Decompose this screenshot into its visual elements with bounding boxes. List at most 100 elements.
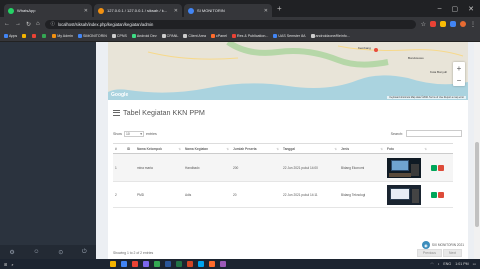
bookmark-cpanel[interactable]: cPanel xyxy=(210,34,227,39)
extensions-area: ☆ ⋮ xyxy=(421,21,476,28)
extension-icon[interactable] xyxy=(450,21,456,27)
column-header[interactable]: Jumlah Peserta ⇅ xyxy=(231,143,281,154)
edit-button[interactable] xyxy=(431,191,437,198)
bookmark-icon[interactable] xyxy=(42,34,47,38)
back-icon[interactable]: ← xyxy=(4,21,10,27)
close-tab-icon[interactable]: ✕ xyxy=(84,8,88,14)
entries-select[interactable]: 10 ▾ xyxy=(124,131,144,137)
card-header: Tabel Kegiatan KKN PPM xyxy=(113,108,205,117)
scrollbar-thumb[interactable] xyxy=(475,142,479,227)
maximize-button[interactable]: ▢ xyxy=(452,5,459,13)
bookmark-uas[interactable]: UAS Semster 8A xyxy=(273,33,306,39)
start-icon[interactable]: ⊞ xyxy=(4,262,7,267)
bookmark-icon[interactable] xyxy=(32,34,37,38)
column-header-label: # xyxy=(115,146,117,151)
column-header[interactable]: Jenis ⇅ xyxy=(339,143,385,154)
cell-actions xyxy=(429,181,453,208)
chrome-icon[interactable] xyxy=(153,261,160,267)
bookmark-icon xyxy=(161,34,166,39)
column-header[interactable]: # xyxy=(113,143,125,154)
zoom-out-button[interactable]: − xyxy=(457,76,462,85)
map-view[interactable]: Kembang Kota Bonyuh Bondowoso + − Google… xyxy=(108,42,468,100)
search-icon[interactable]: ⌕ xyxy=(11,262,13,267)
photo-image xyxy=(387,184,421,205)
reload-icon[interactable]: ↻ xyxy=(26,21,31,28)
bookmark-simonitorin[interactable]: SIMONITORIN xyxy=(77,34,107,39)
extension-icon[interactable] xyxy=(440,21,446,27)
page-scrollbar[interactable] xyxy=(474,42,480,259)
activity-photo[interactable] xyxy=(387,184,421,205)
bookmark-android-dev[interactable]: Android Dev xyxy=(131,34,157,39)
bookmark-label: UAS Semster 8A xyxy=(278,33,306,38)
bookmark-res-pub[interactable]: Res & Publication... xyxy=(231,34,268,39)
settings-icon[interactable]: ⚙ xyxy=(9,249,14,256)
bookmark-myadmin[interactable]: My Admin xyxy=(52,34,73,39)
profile-avatar[interactable] xyxy=(460,21,466,27)
cell-kelompok: mina maria xyxy=(135,153,183,182)
search-input[interactable] xyxy=(406,130,462,137)
taskbar-app-icon[interactable] xyxy=(197,261,204,267)
clock[interactable]: 1:01 PM xyxy=(455,262,468,266)
taskbar-app-icon[interactable] xyxy=(120,261,127,267)
taskbar-app-icon[interactable] xyxy=(219,261,226,267)
activity-photo[interactable] xyxy=(387,157,421,178)
phpmyadmin-icon xyxy=(98,7,104,14)
bookmark-apps[interactable]: Apps xyxy=(4,34,17,39)
new-tab-button[interactable]: + xyxy=(277,4,282,13)
star-icon[interactable]: ☆ xyxy=(421,21,426,28)
bookmark-icon xyxy=(183,34,188,39)
column-header-label: Foto xyxy=(387,146,394,151)
lock-icon[interactable]: ⊙ xyxy=(58,249,63,256)
row-actions xyxy=(431,164,453,171)
column-header[interactable]: Nama Kelompok ⇅ xyxy=(135,143,183,154)
bookmark-client-area[interactable]: Client Area xyxy=(183,34,206,39)
table-search: Search: xyxy=(391,130,462,137)
address-bar[interactable]: ⓘ localhost/siksah/index.php/kegiatan/ke… xyxy=(44,19,416,29)
language-indicator[interactable]: ENG xyxy=(443,262,451,266)
browser-tab-whatsapp[interactable]: WhatsApp ✕ xyxy=(4,4,92,17)
column-header[interactable]: Nama Kegiatan ⇅ xyxy=(183,143,231,154)
next-button[interactable]: Next xyxy=(443,249,462,257)
bookmark-icon[interactable] xyxy=(22,34,27,38)
column-header[interactable]: ID xyxy=(125,143,135,154)
menu-icon[interactable]: ⋮ xyxy=(470,21,476,28)
map-attribution[interactable]: Keyboard shortcuts Map data ©2021 Terms … xyxy=(387,96,466,99)
column-header[interactable]: Foto ⇅ xyxy=(385,143,429,154)
taskbar-app-icon[interactable] xyxy=(186,261,193,267)
taskbar-app-icon[interactable] xyxy=(142,261,149,267)
taskbar-app-icon[interactable] xyxy=(164,261,171,267)
taskbar-app-icon[interactable] xyxy=(131,261,138,267)
bookmark-androidzone[interactable]: androidzone/fileinfo... xyxy=(310,34,350,39)
footer-badge: ◉ SIX MONITORIN 2021 xyxy=(421,241,464,249)
close-tab-icon[interactable]: ✕ xyxy=(264,8,268,14)
edit-button[interactable] xyxy=(431,164,437,171)
browser-tab-simonitorin[interactable]: SI MONITORIN ✕ xyxy=(184,4,272,17)
wifi-icon[interactable]: ◠ xyxy=(430,262,433,266)
zoom-in-button[interactable]: + xyxy=(457,64,462,73)
forward-icon[interactable]: → xyxy=(15,21,21,27)
file-explorer-icon[interactable] xyxy=(109,261,116,267)
column-header[interactable]: Tanggal ⇅ xyxy=(281,143,339,154)
notification-icon[interactable]: ▭ xyxy=(473,262,476,266)
minimize-button[interactable]: – xyxy=(438,5,442,13)
sort-icon: ⇅ xyxy=(276,146,279,151)
delete-button[interactable] xyxy=(438,191,444,198)
bookmark-cpanl[interactable]: CPANL xyxy=(161,34,178,39)
cell-peserta: 200 xyxy=(231,153,281,182)
browser-tab-phpmyadmin[interactable]: 127.0.0.1 / 127.0.0.1 / siksah / k... ✕ xyxy=(94,4,182,17)
previous-button[interactable]: Previous xyxy=(416,249,443,257)
delete-button[interactable] xyxy=(438,164,444,171)
extension-icon[interactable] xyxy=(430,21,436,27)
sidebar: ⚙ ☺ ⊙ ⏻ xyxy=(0,42,96,259)
taskbar-app-icon[interactable] xyxy=(208,261,215,267)
sort-icon: ⇅ xyxy=(178,146,181,151)
close-tab-icon[interactable]: ✕ xyxy=(174,8,178,14)
info-icon[interactable]: ⓘ xyxy=(51,21,55,27)
bookmark-cpns[interactable]: CPNS xyxy=(111,34,127,39)
close-window-button[interactable]: ✕ xyxy=(468,5,474,13)
volume-icon[interactable]: ♪ xyxy=(438,262,440,266)
power-icon[interactable]: ⏻ xyxy=(82,249,87,256)
user-icon[interactable]: ☺ xyxy=(33,249,39,255)
home-icon[interactable]: ⌂ xyxy=(36,21,40,27)
taskbar-app-icon[interactable] xyxy=(175,261,182,267)
